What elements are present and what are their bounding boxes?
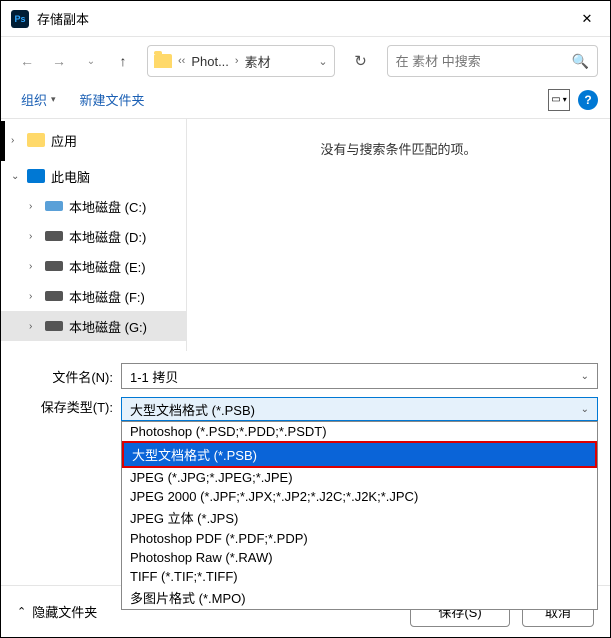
filetype-option[interactable]: Photoshop (*.PSD;*.PDD;*.PSDT): [122, 422, 597, 441]
drive-icon: [45, 231, 63, 241]
content-pane: 没有与搜索条件匹配的项。: [187, 119, 610, 351]
tree-item-drive-e[interactable]: ›本地磁盘 (E:): [1, 251, 186, 281]
organize-menu[interactable]: 组织▾: [13, 86, 64, 113]
view-options-button[interactable]: ▭ ▾: [548, 89, 570, 111]
empty-message: 没有与搜索条件匹配的项。: [320, 139, 476, 158]
chevron-down-icon[interactable]: ⌄: [581, 371, 589, 382]
folder-icon: [154, 54, 172, 68]
filetype-dropdown: Photoshop (*.PSD;*.PDD;*.PSDT) 大型文档格式 (*…: [121, 421, 598, 610]
close-icon[interactable]: ✕: [564, 1, 610, 37]
filetype-option[interactable]: JPEG 立体 (*.JPS): [122, 506, 597, 529]
filetype-label: 保存类型(T):: [13, 397, 113, 416]
drive-icon: [45, 201, 63, 211]
hide-folders-toggle[interactable]: ⌃隐藏文件夹: [17, 602, 97, 621]
filetype-option[interactable]: Photoshop Raw (*.RAW): [122, 548, 597, 567]
recent-dropdown[interactable]: ⌄: [77, 47, 105, 75]
help-button[interactable]: ?: [578, 90, 598, 110]
tree-item-apps[interactable]: ›应用: [1, 125, 186, 155]
filetype-option[interactable]: JPEG 2000 (*.JPF;*.JPX;*.JP2;*.J2C;*.J2K…: [122, 487, 597, 506]
tree-item-drive-d[interactable]: ›本地磁盘 (D:): [1, 221, 186, 251]
filetype-option[interactable]: JPEG (*.JPG;*.JPEG;*.JPE): [122, 468, 597, 487]
filetype-select[interactable]: 大型文档格式 (*.PSB)⌄: [121, 397, 598, 421]
drive-icon: [45, 321, 63, 331]
filetype-option[interactable]: Photoshop PDF (*.PDF;*.PDP): [122, 529, 597, 548]
filename-label: 文件名(N):: [13, 367, 113, 386]
search-input[interactable]: [396, 54, 572, 69]
refresh-button[interactable]: ↻: [345, 45, 377, 77]
drive-icon: [45, 261, 63, 271]
path-box[interactable]: ‹‹ Phot... › 素材 ⌄: [147, 45, 335, 77]
newfolder-button[interactable]: 新建文件夹: [72, 86, 153, 113]
up-button[interactable]: ↑: [109, 47, 137, 75]
filetype-option-selected[interactable]: 大型文档格式 (*.PSB): [122, 441, 597, 468]
folder-tree: ›应用 ⌄此电脑 ›本地磁盘 (C:) ›本地磁盘 (D:) ›本地磁盘 (E:…: [1, 119, 187, 351]
search-icon[interactable]: 🔍: [572, 53, 589, 70]
path-seg-2[interactable]: 素材: [245, 52, 271, 71]
filetype-option[interactable]: TIFF (*.TIF;*.TIFF): [122, 567, 597, 586]
chevron-right-icon: ›: [235, 55, 239, 67]
path-seg-1[interactable]: Phot...: [191, 54, 229, 69]
tree-item-drive-c[interactable]: ›本地磁盘 (C:): [1, 191, 186, 221]
chevron-icon: ‹‹: [178, 55, 185, 67]
pc-icon: [27, 169, 45, 183]
forward-button: →: [45, 47, 73, 75]
photoshop-icon: Ps: [11, 10, 29, 28]
chevron-down-icon[interactable]: ⌄: [318, 55, 327, 68]
tree-item-thispc[interactable]: ⌄此电脑: [1, 161, 186, 191]
tree-item-drive-f[interactable]: ›本地磁盘 (F:): [1, 281, 186, 311]
dialog-title: 存储副本: [37, 9, 564, 28]
drive-icon: [45, 291, 63, 301]
filetype-option[interactable]: 多图片格式 (*.MPO): [122, 586, 597, 609]
apps-icon: [27, 133, 45, 147]
back-button[interactable]: ←: [13, 47, 41, 75]
tree-item-drive-g[interactable]: ›本地磁盘 (G:): [1, 311, 186, 341]
filename-input[interactable]: 1-1 拷贝⌄: [121, 363, 598, 389]
chevron-down-icon[interactable]: ⌄: [581, 404, 589, 415]
search-box[interactable]: 🔍: [387, 45, 598, 77]
